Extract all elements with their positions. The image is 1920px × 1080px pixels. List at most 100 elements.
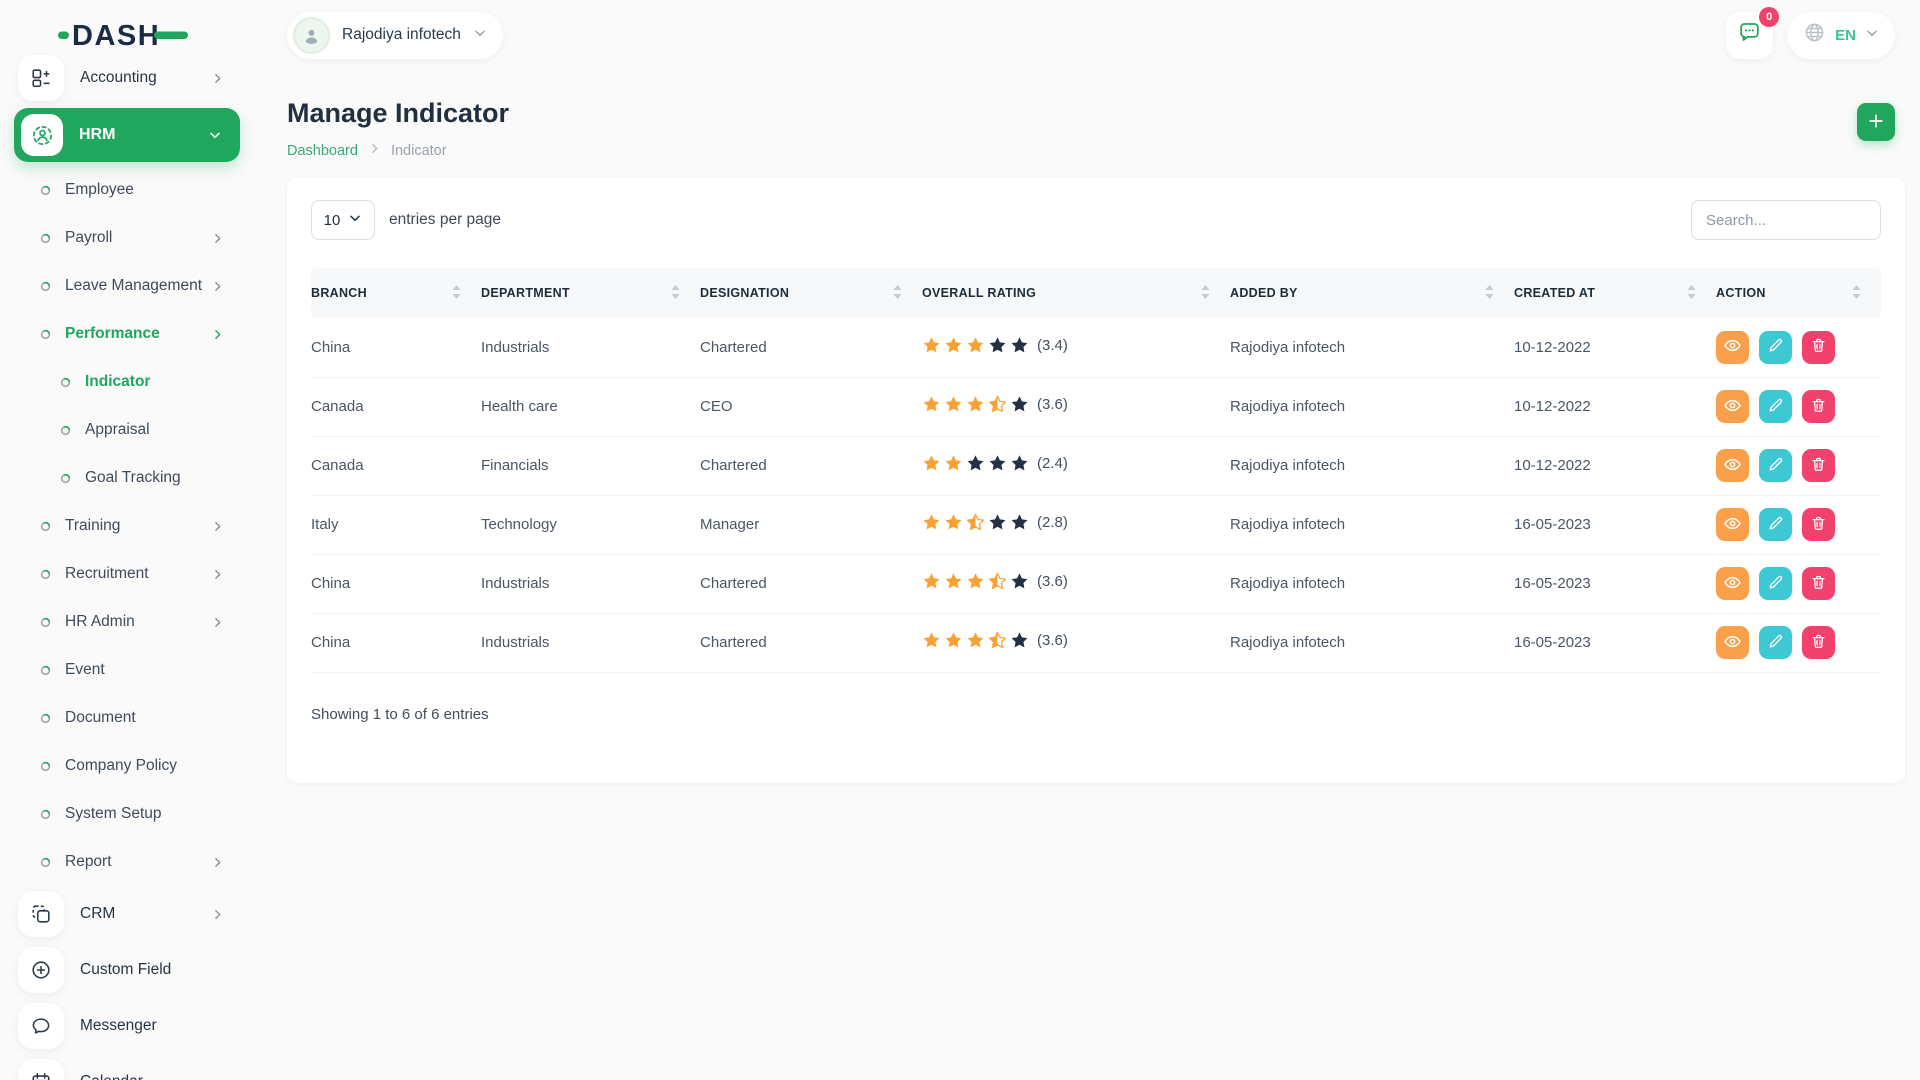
column-header-added-by[interactable]: ADDED BY <box>1230 268 1514 318</box>
chevron-right-icon <box>211 856 224 869</box>
add-indicator-button[interactable] <box>1857 103 1895 141</box>
column-header-branch[interactable]: BRANCH <box>311 268 481 318</box>
search-input[interactable] <box>1691 200 1881 240</box>
sort-icon <box>671 285 680 302</box>
person-icon <box>293 17 330 54</box>
added-by-cell: Rajodiya infotech <box>1230 495 1514 554</box>
pencil-icon <box>1767 337 1784 357</box>
view-button[interactable] <box>1716 567 1749 600</box>
edit-button[interactable] <box>1759 626 1792 659</box>
table-row: Canada Financials Chartered (2.4) Rajodi… <box>311 436 1881 495</box>
column-header-created-at[interactable]: CREATED AT <box>1514 268 1716 318</box>
sidebar-item-leave-management[interactable]: Leave Management <box>0 262 250 310</box>
sidebar-item-hrm[interactable]: HRM <box>14 108 240 162</box>
sort-icon <box>1852 285 1861 302</box>
chevron-right-icon <box>211 72 224 85</box>
edit-button[interactable] <box>1759 508 1792 541</box>
column-header-overall-rating[interactable]: OVERALL RATING <box>922 268 1230 318</box>
sidebar-item-crm[interactable]: CRM <box>0 886 250 942</box>
messages-badge: 0 <box>1759 7 1779 27</box>
language-selector[interactable]: EN <box>1787 12 1895 59</box>
bullet-icon <box>40 857 51 868</box>
view-button[interactable] <box>1716 331 1749 364</box>
designation-cell: Chartered <box>700 318 922 377</box>
rating-cell: (3.6) <box>922 554 1230 613</box>
sidebar-item-messenger[interactable]: Messenger <box>0 998 250 1054</box>
sidebar-item-custom-field[interactable]: Custom Field <box>0 942 250 998</box>
sidebar-item-indicator[interactable]: Indicator <box>0 358 250 406</box>
view-button[interactable] <box>1716 626 1749 659</box>
sidebar-item-appraisal[interactable]: Appraisal <box>0 406 250 454</box>
sidebar-item-payroll[interactable]: Payroll <box>0 214 250 262</box>
edit-button[interactable] <box>1759 331 1792 364</box>
chevron-right-icon <box>211 232 224 245</box>
column-header-action[interactable]: ACTION <box>1716 268 1881 318</box>
messenger-icon <box>18 1003 64 1049</box>
bullet-icon <box>60 425 71 436</box>
edit-button[interactable] <box>1759 390 1792 423</box>
edit-button[interactable] <box>1759 567 1792 600</box>
rating-cell: (3.6) <box>922 377 1230 436</box>
delete-button[interactable] <box>1802 567 1835 600</box>
breadcrumb-current: Indicator <box>391 143 447 159</box>
delete-button[interactable] <box>1802 449 1835 482</box>
sidebar-item-goal-tracking[interactable]: Goal Tracking <box>0 454 250 502</box>
entries-per-page-value: 10 <box>324 212 341 229</box>
bullet-icon <box>40 617 51 628</box>
breadcrumb-dashboard-link[interactable]: Dashboard <box>287 143 358 159</box>
sidebar-item-performance[interactable]: Performance <box>0 310 250 358</box>
sidebar-item-document[interactable]: Document <box>0 694 250 742</box>
action-cell <box>1716 554 1881 613</box>
trash-icon <box>1810 574 1827 594</box>
rating-cell: (3.6) <box>922 613 1230 672</box>
table-row: China Industrials Chartered (3.6) Rajodi… <box>311 554 1881 613</box>
sidebar-item-recruitment[interactable]: Recruitment <box>0 550 250 598</box>
added-by-cell: Rajodiya infotech <box>1230 318 1514 377</box>
breadcrumb: Dashboard Indicator <box>287 142 447 159</box>
sidebar-item-report[interactable]: Report <box>0 838 250 886</box>
chevron-down-icon <box>208 128 222 142</box>
sidebar-item-employee[interactable]: Employee <box>0 166 250 214</box>
sidebar-item-event[interactable]: Event <box>0 646 250 694</box>
trash-icon <box>1810 337 1827 357</box>
edit-button[interactable] <box>1759 449 1792 482</box>
messages-button[interactable]: 0 <box>1726 12 1773 59</box>
table-row: China Industrials Chartered (3.6) Rajodi… <box>311 613 1881 672</box>
rating-cell: (2.4) <box>922 436 1230 495</box>
delete-button[interactable] <box>1802 508 1835 541</box>
sort-icon <box>1201 285 1210 302</box>
eye-icon <box>1723 632 1742 654</box>
view-button[interactable] <box>1716 508 1749 541</box>
delete-button[interactable] <box>1802 390 1835 423</box>
department-cell: Health care <box>481 377 700 436</box>
view-button[interactable] <box>1716 390 1749 423</box>
pencil-icon <box>1767 515 1784 535</box>
sidebar-item-system-setup[interactable]: System Setup <box>0 790 250 838</box>
column-header-designation[interactable]: DESIGNATION <box>700 268 922 318</box>
branch-cell: China <box>311 613 481 672</box>
eye-icon <box>1723 336 1742 358</box>
sidebar-item-hr-admin[interactable]: HR Admin <box>0 598 250 646</box>
sort-icon <box>1687 285 1696 302</box>
sidebar-item-training[interactable]: Training <box>0 502 250 550</box>
view-button[interactable] <box>1716 449 1749 482</box>
sidebar-item-company-policy[interactable]: Company Policy <box>0 742 250 790</box>
entries-per-page-select[interactable]: 10 <box>311 200 375 240</box>
chevron-right-icon <box>368 142 381 159</box>
svg-text:DASH: DASH <box>72 20 160 52</box>
sidebar-item-calendar[interactable]: Calendar <box>0 1054 250 1080</box>
delete-button[interactable] <box>1802 331 1835 364</box>
globe-icon <box>1803 21 1826 49</box>
accounting-icon <box>18 55 64 101</box>
bullet-icon <box>40 809 51 820</box>
delete-button[interactable] <box>1802 626 1835 659</box>
sidebar-menu: Accounting HRM Employee Payroll Leave Ma… <box>0 50 250 1080</box>
designation-cell: CEO <box>700 377 922 436</box>
department-cell: Technology <box>481 495 700 554</box>
table-row: Canada Health care CEO (3.6) Rajodiya in… <box>311 377 1881 436</box>
created-at-cell: 16-05-2023 <box>1514 613 1716 672</box>
sidebar-item-accounting[interactable]: Accounting <box>0 50 250 106</box>
column-header-department[interactable]: DEPARTMENT <box>481 268 700 318</box>
company-switcher[interactable]: Rajodiya infotech <box>287 12 503 59</box>
action-cell <box>1716 613 1881 672</box>
